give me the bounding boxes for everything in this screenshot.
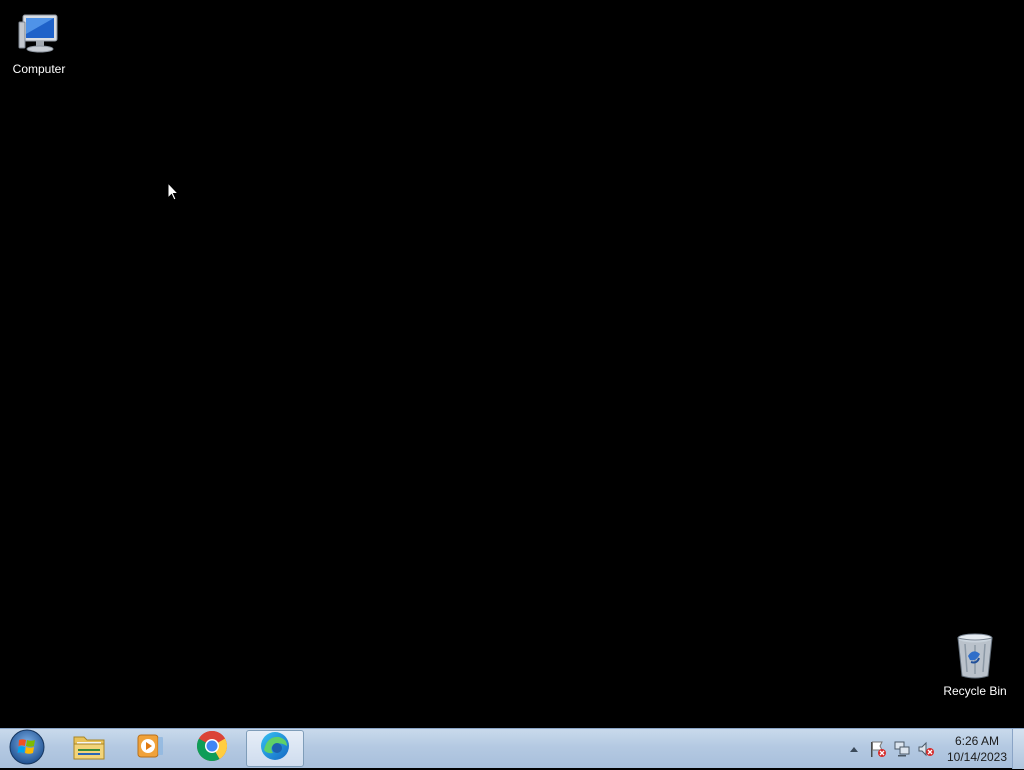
taskbar: 6:26 AM 10/14/2023: [0, 728, 1024, 770]
clock-time: 6:26 AM: [954, 734, 1000, 748]
media-player-icon: [135, 732, 165, 765]
folder-icon: [72, 731, 106, 766]
start-button[interactable]: [4, 729, 50, 770]
network-icon[interactable]: [891, 738, 913, 760]
desktop-icon-recycle-bin[interactable]: Recycle Bin: [937, 630, 1013, 698]
taskbar-clock[interactable]: 6:26 AM 10/14/2023: [944, 733, 1010, 765]
clock-date: 10/14/2023: [946, 750, 1008, 764]
recycle-bin-icon: [949, 630, 1001, 682]
desktop-icon-computer[interactable]: Computer: [1, 8, 77, 76]
desktop-icon-label: Recycle Bin: [943, 684, 1007, 698]
desktop[interactable]: Computer Recycle Bin: [0, 0, 1024, 728]
taskbar-windows-explorer[interactable]: [60, 730, 118, 767]
taskbar-google-chrome[interactable]: [183, 730, 241, 767]
taskbar-microsoft-edge[interactable]: [246, 730, 304, 767]
chrome-icon: [196, 730, 228, 767]
mouse-cursor-icon: [167, 181, 180, 202]
edge-icon: [259, 730, 291, 767]
windows-start-orb-icon: [9, 729, 45, 770]
taskbar-windows-media-player[interactable]: [121, 730, 179, 767]
system-tray: 6:26 AM 10/14/2023: [842, 729, 1010, 769]
show-hidden-icons-arrow-icon[interactable]: [843, 738, 865, 760]
desktop-icon-label: Computer: [12, 62, 66, 76]
computer-icon: [13, 8, 65, 60]
action-center-flag-icon[interactable]: [867, 738, 889, 760]
volume-muted-icon[interactable]: [915, 738, 937, 760]
show-desktop-button[interactable]: [1012, 729, 1024, 769]
